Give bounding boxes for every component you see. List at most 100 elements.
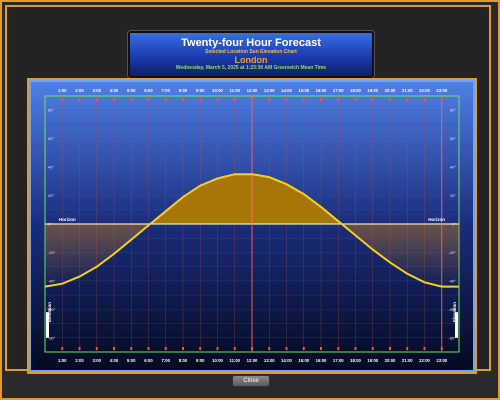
tick-mark-top (147, 98, 150, 101)
tick-mark-top (406, 98, 409, 101)
tick-mark-top (113, 98, 115, 101)
tick-mark-top (440, 98, 443, 101)
tick-mark-bottom (199, 347, 202, 350)
x-tick-label-top: 15:00 (298, 88, 309, 93)
elevation-key-left (46, 312, 49, 338)
y-tick-label-right: 60° (450, 136, 456, 141)
chart-svg: 1:00 1:00 2:00 2:00 3:00 3:00 4:00 4:00 5:00 5:00… (31, 82, 473, 370)
x-tick-label-top: 2:00 (75, 88, 84, 93)
x-tick-label-bottom: 16:00 (316, 358, 327, 363)
x-tick-label-top: 16:00 (316, 88, 327, 93)
x-tick-label-top: 14:00 (281, 88, 292, 93)
x-tick-label-top: 6:00 (144, 88, 153, 93)
tick-mark-bottom (164, 347, 167, 350)
tick-mark-bottom (389, 347, 391, 350)
x-tick-label-bottom: 21:00 (402, 358, 413, 363)
tick-mark-top (371, 98, 374, 101)
tick-mark-bottom (147, 347, 150, 350)
tick-mark-bottom (371, 347, 374, 350)
tick-mark-bottom (423, 347, 426, 350)
x-tick-label-bottom: 5:00 (127, 358, 136, 363)
x-tick-label-bottom: 23:00 (436, 358, 447, 363)
tick-mark-top (78, 98, 81, 101)
tick-mark-top (199, 98, 202, 101)
tick-mark-bottom (216, 347, 219, 350)
x-tick-label-top: 18:00 (350, 88, 361, 93)
location-name: London (234, 55, 268, 65)
close-button[interactable]: Close (232, 375, 270, 387)
x-tick-label-top: 4:00 (110, 88, 119, 93)
tick-mark-top (251, 98, 253, 101)
x-tick-label-top: 8:00 (179, 88, 188, 93)
y-tick-label-right: 40° (450, 165, 456, 170)
y-tick-label-left: -20° (48, 250, 56, 255)
x-tick-label-top: 1:00 (58, 88, 67, 93)
x-tick-label-top: 5:00 (127, 88, 136, 93)
x-tick-label-top: 9:00 (196, 88, 205, 93)
tick-mark-top (285, 98, 288, 101)
y-tick-label-right: -40° (449, 278, 457, 283)
x-tick-label-bottom: 17:00 (333, 358, 344, 363)
tick-mark-bottom (268, 347, 271, 350)
x-tick-label-top: 10:00 (212, 88, 223, 93)
tick-mark-bottom (61, 347, 64, 350)
tick-mark-top (61, 98, 64, 101)
tick-mark-bottom (78, 347, 81, 350)
x-tick-label-bottom: 13:00 (264, 358, 275, 363)
x-tick-label-bottom: 12:00 (247, 358, 258, 363)
x-tick-label-bottom: 9:00 (196, 358, 205, 363)
x-tick-label-top: 20:00 (385, 88, 396, 93)
tick-mark-top (130, 98, 133, 101)
x-tick-label-bottom: 20:00 (385, 358, 396, 363)
elevation-key-right (455, 312, 458, 338)
y-tick-label-right: 0° (452, 222, 456, 227)
chart-title: Twenty-four Hour Forecast (181, 37, 321, 49)
tick-mark-top (182, 98, 184, 101)
tick-mark-bottom (302, 347, 305, 350)
tick-mark-bottom (285, 347, 288, 350)
x-tick-label-bottom: 18:00 (350, 358, 361, 363)
x-tick-label-top: 19:00 (367, 88, 378, 93)
tick-mark-bottom (337, 347, 340, 350)
x-tick-label-bottom: 3:00 (93, 358, 102, 363)
x-tick-label-top: 13:00 (264, 88, 275, 93)
current-datetime: Wednesday, March 5, 2025 at 1:23:36 AM G… (175, 65, 327, 71)
tick-mark-bottom (406, 347, 409, 350)
tick-mark-bottom (182, 347, 184, 350)
tick-mark-bottom (354, 347, 357, 350)
x-tick-label-bottom: 15:00 (298, 358, 309, 363)
x-tick-label-top: 7:00 (162, 88, 171, 93)
tick-mark-top (233, 98, 236, 101)
x-tick-label-top: 21:00 (402, 88, 413, 93)
tick-mark-top (320, 98, 322, 101)
horizon-label-left: Horizon (59, 217, 76, 222)
x-tick-label-top: 22:00 (419, 88, 430, 93)
tick-mark-bottom (95, 347, 98, 350)
tick-mark-top (95, 98, 98, 101)
tick-mark-top (268, 98, 271, 101)
y-tick-label-left: 20° (48, 193, 54, 198)
tick-mark-bottom (233, 347, 236, 350)
y-tick-label-right: 80° (450, 108, 456, 113)
tick-mark-bottom (130, 347, 133, 350)
x-tick-label-bottom: 10:00 (212, 358, 223, 363)
x-tick-label-bottom: 4:00 (110, 358, 119, 363)
tick-mark-top (164, 98, 167, 101)
x-tick-label-top: 11:00 (230, 88, 241, 93)
tick-mark-top (389, 98, 391, 101)
tick-mark-bottom (251, 347, 253, 350)
tick-mark-top (337, 98, 340, 101)
x-tick-label-top: 3:00 (93, 88, 102, 93)
x-tick-label-bottom: 8:00 (179, 358, 188, 363)
tick-mark-top (302, 98, 305, 101)
horizon-label-right: Horizon (428, 217, 445, 222)
y-tick-label-left: 40° (48, 165, 54, 170)
x-tick-label-bottom: 19:00 (367, 358, 378, 363)
y-tick-label-left: -40° (48, 278, 56, 283)
sun-elevation-chart: 1:00 1:00 2:00 2:00 3:00 3:00 4:00 4:00 5:00 5:00… (29, 80, 475, 372)
x-tick-label-top: 23:00 (436, 88, 447, 93)
x-tick-label-bottom: 22:00 (419, 358, 430, 363)
x-tick-label-top: 12:00 (247, 88, 258, 93)
y-tick-label-right: 20° (450, 193, 456, 198)
x-tick-label-bottom: 11:00 (230, 358, 241, 363)
